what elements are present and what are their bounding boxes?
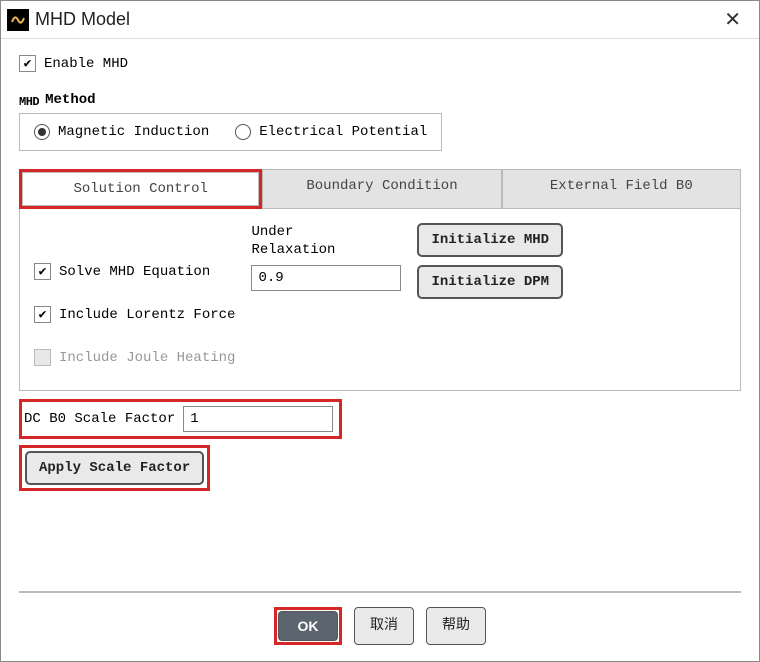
tab-solution-control[interactable]: Solution Control xyxy=(22,172,259,206)
enable-mhd-checkbox[interactable]: ✔ xyxy=(19,55,36,72)
enable-mhd-row[interactable]: ✔ Enable MHD xyxy=(19,55,741,72)
initialize-dpm-button[interactable]: Initialize DPM xyxy=(417,265,563,299)
method-section-label: MHD Method xyxy=(19,92,741,109)
dialog-title: MHD Model xyxy=(35,9,130,30)
dc-scale-input[interactable] xyxy=(183,406,333,432)
footer: OK 取消 帮助 xyxy=(1,593,759,661)
mhd-model-dialog: MHD Model ✕ ✔ Enable MHD MHD Method Magn… xyxy=(0,0,760,662)
tab-external-field[interactable]: External Field B0 xyxy=(502,169,741,209)
ok-button[interactable]: OK xyxy=(278,611,338,641)
tabs: Solution Control Boundary Condition Exte… xyxy=(19,169,741,209)
include-joule-row: Include Joule Heating xyxy=(34,349,235,366)
highlight-box-ok: OK xyxy=(274,607,342,645)
solution-control-panel: ✔ Solve MHD Equation ✔ Include Lorentz F… xyxy=(19,209,741,391)
radio-icon[interactable] xyxy=(235,124,251,140)
solve-mhd-checkbox[interactable]: ✔ xyxy=(34,263,51,280)
include-joule-checkbox xyxy=(34,349,51,366)
titlebar: MHD Model ✕ xyxy=(1,1,759,39)
under-relaxation-label: Under Relaxation xyxy=(251,223,401,259)
include-lorentz-row[interactable]: ✔ Include Lorentz Force xyxy=(34,306,235,323)
apply-scale-wrap: Apply Scale Factor xyxy=(19,445,210,491)
cancel-button[interactable]: 取消 xyxy=(354,607,414,645)
close-icon[interactable]: ✕ xyxy=(718,7,747,32)
radio-magnetic-induction[interactable]: Magnetic Induction xyxy=(34,124,209,140)
highlight-box-tab: Solution Control xyxy=(19,169,262,209)
initialize-mhd-button[interactable]: Initialize MHD xyxy=(417,223,563,257)
radio-electrical-potential[interactable]: Electrical Potential xyxy=(235,124,427,140)
apply-scale-factor-button[interactable]: Apply Scale Factor xyxy=(25,451,204,485)
include-lorentz-checkbox[interactable]: ✔ xyxy=(34,306,51,323)
enable-mhd-label: Enable MHD xyxy=(44,56,128,72)
dc-scale-label: DC B0 Scale Factor xyxy=(24,411,175,427)
radio-icon[interactable] xyxy=(34,124,50,140)
tab-boundary-condition[interactable]: Boundary Condition xyxy=(262,169,501,209)
method-radio-group: Magnetic Induction Electrical Potential xyxy=(19,113,442,151)
under-relaxation-input[interactable] xyxy=(251,265,401,291)
app-icon xyxy=(7,9,29,31)
help-button[interactable]: 帮助 xyxy=(426,607,486,645)
dc-scale-row: DC B0 Scale Factor xyxy=(19,399,342,439)
solve-mhd-row[interactable]: ✔ Solve MHD Equation xyxy=(34,263,235,280)
